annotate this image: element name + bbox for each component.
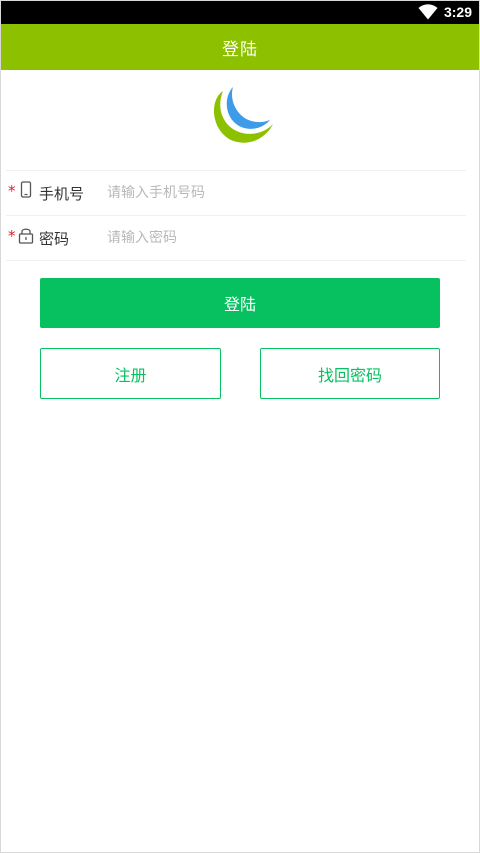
app-logo-crescent-icon <box>213 87 273 143</box>
password-row: * 密码 <box>6 215 466 261</box>
recover-password-button[interactable]: 找回密码 <box>260 348 440 399</box>
wifi-icon <box>418 4 438 20</box>
password-label: 密码 <box>39 229 70 248</box>
status-time: 3:29 <box>443 4 472 20</box>
password-input[interactable] <box>107 230 427 246</box>
app-bar: 登陆 <box>0 24 480 70</box>
required-mark: * <box>8 182 16 200</box>
login-button[interactable]: 登陆 <box>40 278 440 328</box>
phone-label: 手机号 <box>39 184 85 203</box>
page-title: 登陆 <box>222 39 258 60</box>
required-mark: * <box>8 227 16 245</box>
register-button[interactable]: 注册 <box>40 348 221 399</box>
status-bar: 3:29 <box>0 0 480 24</box>
login-form: * 手机号 * 密码 <box>0 170 480 261</box>
phone-icon <box>20 181 32 198</box>
phone-input[interactable] <box>107 185 427 201</box>
phone-row: * 手机号 <box>6 170 466 215</box>
lock-icon <box>18 228 34 244</box>
